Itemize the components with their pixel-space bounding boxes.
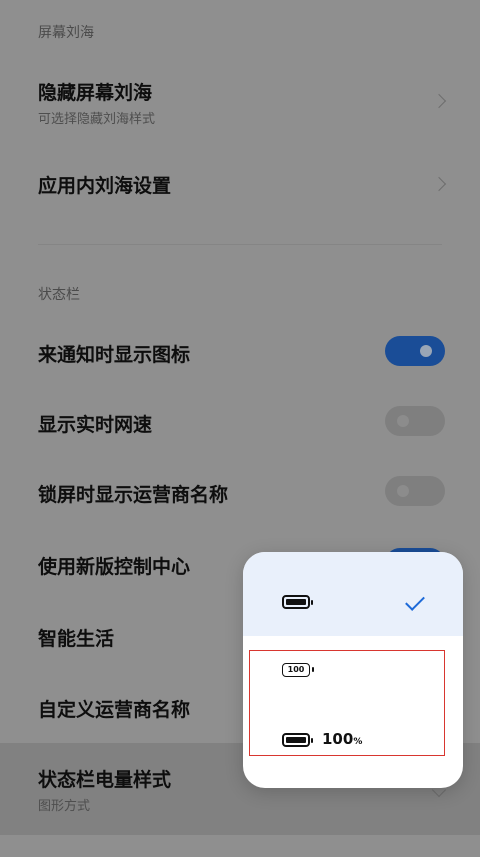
row-carrier-lockscreen[interactable]: 锁屏时显示运营商名称 [0,462,480,522]
row-notification-icons[interactable]: 来通知时显示图标 [0,322,480,382]
chevron-right-icon [431,93,447,109]
row-title: 智能生活 [38,628,115,650]
chevron-right-icon [431,176,447,192]
toggle-carrier-lockscreen[interactable] [385,476,445,506]
toggle-knob [420,345,432,357]
row-title: 来通知时显示图标 [38,344,191,366]
toggle-knob [397,485,409,497]
battery-option-graphic[interactable] [243,552,463,636]
toggle-net-speed[interactable] [385,406,445,436]
divider [38,244,442,245]
row-title: 自定义运营商名称 [38,699,191,721]
row-net-speed[interactable]: 显示实时网速 [0,392,480,452]
row-title: 锁屏时显示运营商名称 [38,484,229,506]
checkmark-icon [405,591,425,611]
row-title: 应用内刘海设置 [38,175,172,197]
toggle-notification-icons[interactable] [385,336,445,366]
row-app-notch[interactable]: 应用内刘海设置 [0,155,480,215]
section-title-statusbar: 状态栏 [38,287,80,303]
section-title-notch: 屏幕刘海 [38,25,94,41]
row-title: 隐藏屏幕刘海 [38,82,153,104]
toggle-knob [397,415,409,427]
annotation-highlight-box [249,650,445,756]
row-title: 状态栏电量样式 [38,769,172,791]
row-title: 使用新版控制中心 [38,556,191,578]
row-title: 显示实时网速 [38,414,153,436]
row-hide-notch[interactable]: 隐藏屏幕刘海 可选择隐藏刘海样式 [0,70,480,140]
battery-graphic-icon [282,595,313,609]
row-subtitle: 图形方式 [38,799,91,814]
row-subtitle: 可选择隐藏刘海样式 [38,112,156,127]
